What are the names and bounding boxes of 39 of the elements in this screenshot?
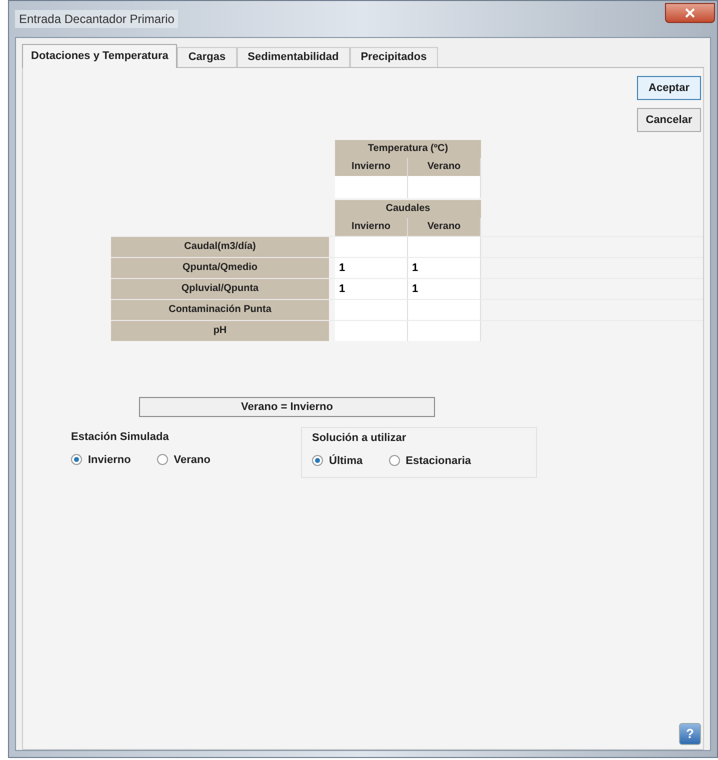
table-header: Caudales — [335, 200, 481, 218]
input-field[interactable]: 1 — [335, 258, 408, 278]
input-field[interactable] — [408, 237, 481, 257]
row-label: Qpluvial/Qpunta — [111, 279, 329, 299]
column-header: Verano — [408, 158, 481, 176]
input-field[interactable]: 1 — [335, 279, 408, 299]
input-field[interactable]: 1 — [408, 279, 481, 299]
column-header: Invierno — [335, 158, 408, 176]
tab[interactable]: Cargas — [177, 47, 237, 67]
close-icon — [685, 8, 695, 18]
radio-option[interactable]: Última — [312, 452, 363, 469]
group-title: Solución a utilizar — [312, 431, 408, 446]
column-header: Verano — [408, 218, 481, 236]
radio-option[interactable]: Invierno — [71, 452, 131, 468]
banner-label: Verano = Invierno — [240, 400, 333, 415]
tab[interactable]: Sedimentabilidad — [236, 47, 350, 67]
window-title: Entrada Decantador Primario — [15, 10, 178, 28]
input-field[interactable]: 1 — [408, 258, 481, 278]
row-label: Contaminación Punta — [111, 300, 329, 320]
input-field[interactable] — [335, 176, 408, 198]
input-field[interactable] — [335, 300, 408, 320]
input-field[interactable] — [408, 300, 481, 320]
row-label: Caudal(m3/día) — [111, 237, 329, 257]
row-label: pH — [111, 321, 329, 341]
tab[interactable]: Precipitados — [350, 47, 438, 67]
tab[interactable]: Dotaciones y Temperatura — [22, 44, 178, 68]
accept-button[interactable]: Aceptar — [637, 76, 701, 100]
radio-option[interactable]: Verano — [156, 452, 210, 468]
cancel-button[interactable]: Cancelar — [637, 108, 701, 132]
input-field[interactable] — [335, 237, 408, 257]
close-button[interactable] — [665, 3, 715, 23]
row-label: Qpunta/Qmedio — [111, 258, 329, 278]
input-field[interactable] — [335, 321, 408, 341]
radio-option[interactable]: Estacionaria — [388, 452, 472, 469]
input-field[interactable] — [408, 321, 481, 341]
input-field[interactable] — [408, 176, 481, 198]
column-header: Invierno — [335, 218, 408, 236]
table-header: Temperatura (ºC) — [335, 140, 481, 158]
group-title: Estación Simulada — [71, 430, 170, 445]
